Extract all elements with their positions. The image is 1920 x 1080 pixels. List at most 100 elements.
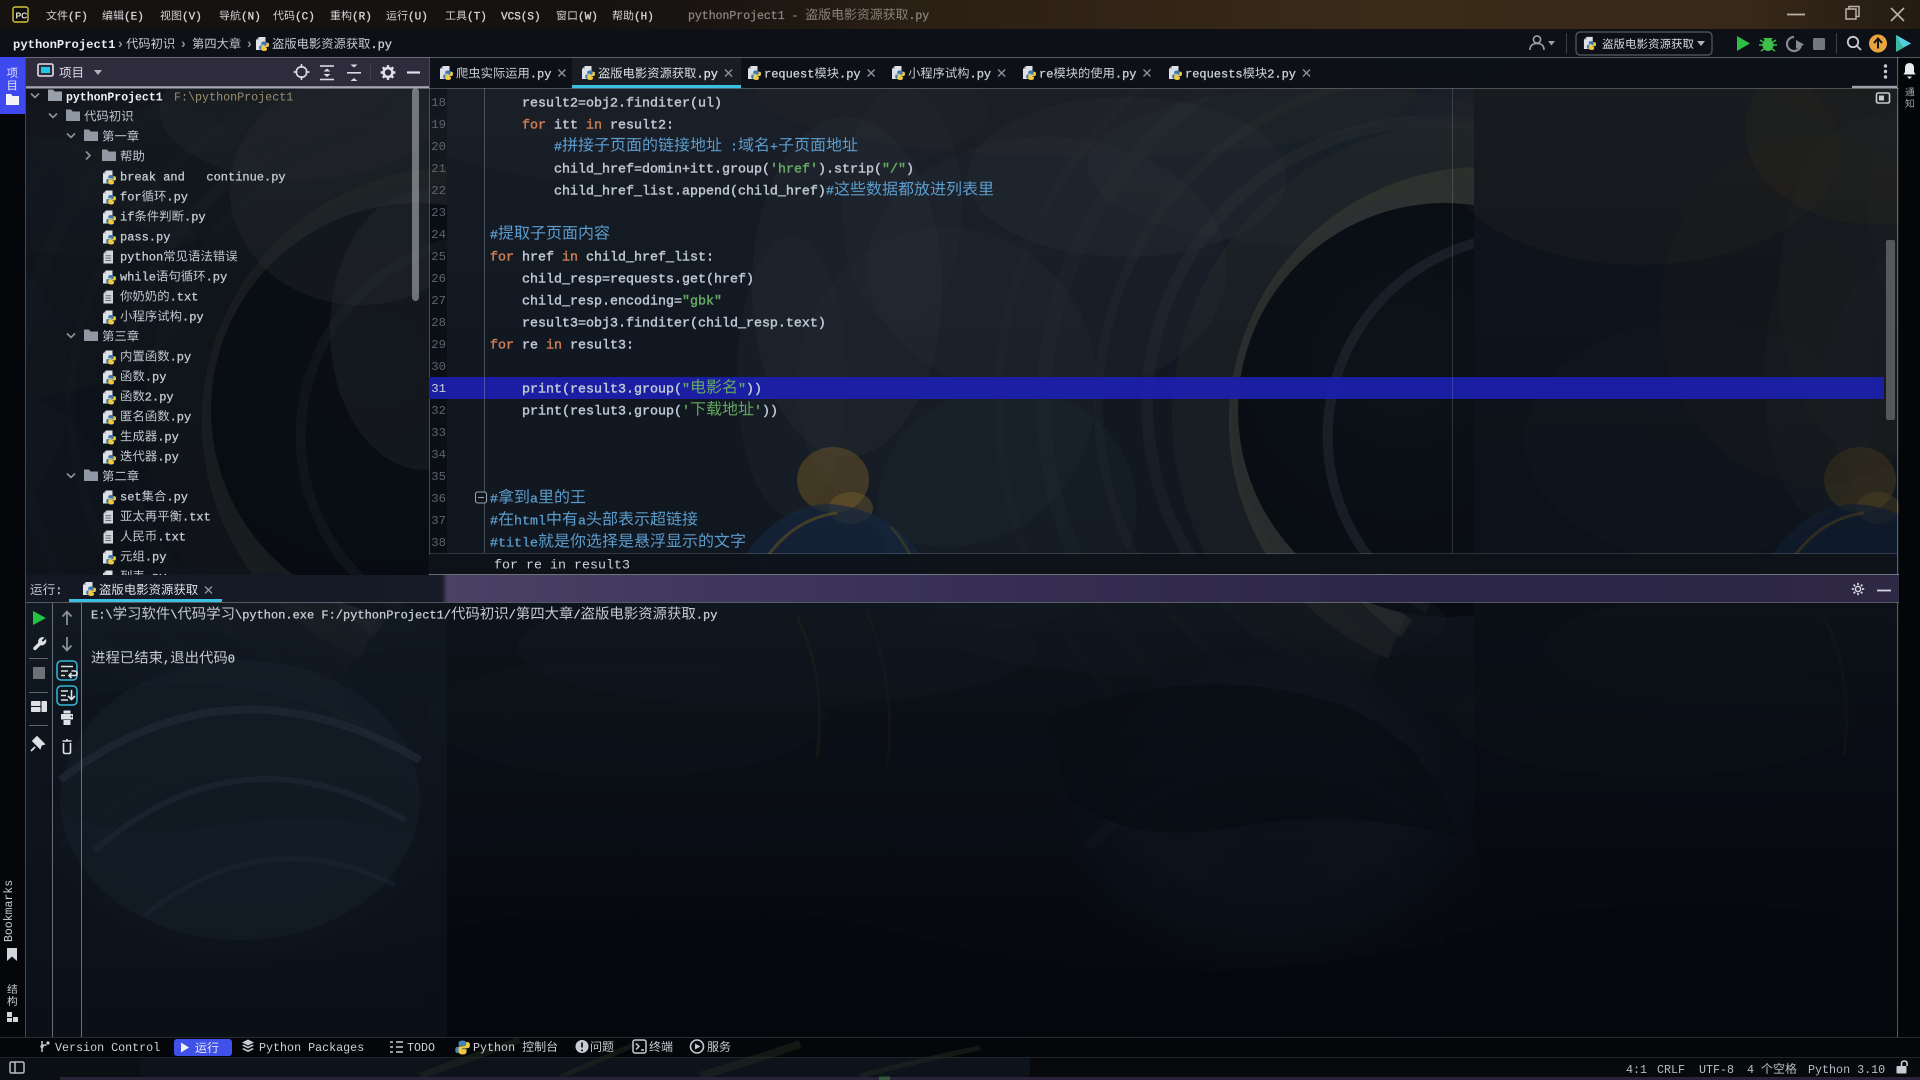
svg-text:(N): (N) — [241, 12, 261, 24]
svg-text:': ' — [682, 405, 690, 420]
svg-text:child_resp=requests.get(href): child_resp=requests.get(href) — [490, 273, 754, 288]
svg-text:.py: .py — [696, 68, 718, 82]
svg-text:in: in — [562, 251, 586, 266]
svg-text:.py: .py — [696, 609, 718, 623]
svg-text:E:\: E:\ — [91, 609, 113, 623]
svg-text:›: › — [247, 35, 252, 51]
svg-text:›: › — [181, 35, 186, 51]
svg-text:requests: requests — [1185, 68, 1243, 82]
svg-text:#title: #title — [490, 537, 538, 552]
svg-text:child_href_list.append(child_h: child_href_list.append(child_href) — [490, 185, 826, 200]
svg-text:4:1: 4:1 — [1626, 1063, 1647, 1077]
svg-text:.py: .py — [839, 68, 861, 82]
svg-text:21: 21 — [431, 162, 446, 176]
svg-text:print(result3.group(: print(result3.group( — [490, 383, 682, 398]
svg-text:(H): (H) — [634, 12, 654, 24]
svg-text:2.py: 2.py — [1267, 68, 1296, 82]
svg-text:request: request — [764, 68, 814, 82]
svg-text:for: for — [490, 339, 522, 354]
svg-text:33: 33 — [431, 426, 446, 440]
svg-text:itt: itt — [554, 119, 586, 134]
svg-text:F:\pythonProject1: F:\pythonProject1 — [174, 91, 293, 105]
svg-text:for: for — [522, 119, 554, 134]
svg-text:19: 19 — [431, 118, 446, 132]
svg-text:.py: .py — [166, 491, 188, 505]
svg-text::: : — [722, 141, 738, 156]
svg-text:Version Control: Version Control — [55, 1041, 160, 1055]
svg-text:\: \ — [170, 609, 177, 623]
svg-text:for: for — [120, 191, 142, 205]
svg-text:#: # — [490, 515, 498, 530]
svg-text:Python: Python — [473, 1041, 522, 1055]
svg-text:34: 34 — [431, 448, 446, 462]
svg-text:#: # — [554, 141, 562, 156]
svg-text:#: # — [826, 185, 834, 200]
svg-text:child_resp.encoding=: child_resp.encoding= — [490, 295, 682, 310]
svg-text:python: python — [120, 251, 163, 265]
svg-text:html: html — [514, 515, 546, 530]
svg-text:.py: .py — [182, 311, 204, 325]
svg-text:.py: .py — [909, 10, 930, 23]
svg-text:32: 32 — [431, 404, 446, 418]
svg-text:24: 24 — [431, 228, 446, 242]
svg-text:2.py: 2.py — [145, 391, 174, 405]
svg-text:": " — [682, 383, 690, 398]
svg-text:while: while — [120, 271, 156, 285]
svg-text:Python Packages: Python Packages — [259, 1041, 364, 1055]
svg-text:#: # — [490, 493, 498, 508]
svg-text:23: 23 — [431, 206, 446, 220]
svg-text:for: for — [490, 251, 522, 266]
svg-text:result2:: result2: — [610, 119, 674, 134]
svg-text:for re in result3: for re in result3 — [494, 559, 630, 574]
svg-text:(V): (V) — [182, 12, 202, 24]
svg-text:pythonProject1: pythonProject1 — [66, 92, 163, 105]
svg-text:36: 36 — [431, 492, 446, 506]
svg-text:26: 26 — [431, 272, 446, 286]
svg-text:print(reslut3.group(: print(reslut3.group( — [490, 405, 682, 420]
svg-text:set: set — [120, 491, 142, 505]
svg-text:a: a — [578, 515, 586, 530]
svg-text:in: in — [546, 339, 570, 354]
svg-text:re: re — [1039, 68, 1053, 82]
svg-text:.py: .py — [145, 551, 167, 565]
svg-text:20: 20 — [431, 140, 446, 154]
svg-text:28: 28 — [431, 316, 446, 330]
svg-text:.py: .py — [184, 211, 206, 225]
svg-text:.py: .py — [370, 38, 392, 52]
svg-text:.py: .py — [145, 371, 167, 385]
svg-text:result3:: result3: — [570, 339, 634, 354]
svg-text:a: a — [530, 493, 538, 508]
svg-text:18: 18 — [431, 96, 446, 110]
svg-text:.py: .py — [970, 68, 992, 82]
svg-text:.py: .py — [530, 68, 552, 82]
svg-text:\python.exe F:/pythonProject1/: \python.exe F:/pythonProject1/ — [235, 609, 451, 623]
svg-text:pythonProject1: pythonProject1 — [13, 38, 115, 52]
svg-text:CRLF: CRLF — [1657, 1063, 1685, 1077]
svg-text:'href': 'href' — [770, 163, 818, 178]
svg-text:29: 29 — [431, 338, 446, 352]
svg-text:(R): (R) — [352, 12, 372, 24]
svg-text:37: 37 — [431, 514, 446, 528]
svg-text:pythonProject1 -: pythonProject1 - — [688, 10, 805, 23]
svg-text:.py: .py — [166, 191, 188, 205]
svg-text:)): )) — [762, 405, 778, 420]
svg-text:VCS(S): VCS(S) — [501, 12, 541, 24]
svg-text:25: 25 — [431, 250, 446, 264]
svg-text:break and continue.py: break and continue.py — [120, 171, 286, 185]
svg-text:).strip(: ).strip( — [818, 163, 882, 178]
svg-text:.py: .py — [170, 351, 192, 365]
svg-text:0: 0 — [228, 653, 235, 667]
svg-text:(U): (U) — [408, 12, 428, 24]
svg-text:result2=obj2.finditer(ul): result2=obj2.finditer(ul) — [490, 97, 722, 112]
svg-text:if: if — [120, 211, 134, 225]
svg-text:(F): (F) — [68, 12, 88, 24]
svg-text:›: › — [118, 35, 123, 51]
svg-text:/: / — [509, 609, 516, 623]
svg-text:Bookmarks: Bookmarks — [3, 880, 16, 942]
svg-text:Python 3.10: Python 3.10 — [1808, 1063, 1885, 1077]
svg-text:)): )) — [746, 383, 762, 398]
svg-text:(E): (E) — [124, 12, 144, 24]
svg-text:(W): (W) — [578, 12, 598, 24]
svg-text:UTF-8: UTF-8 — [1699, 1063, 1734, 1077]
svg-text:31: 31 — [431, 382, 446, 396]
